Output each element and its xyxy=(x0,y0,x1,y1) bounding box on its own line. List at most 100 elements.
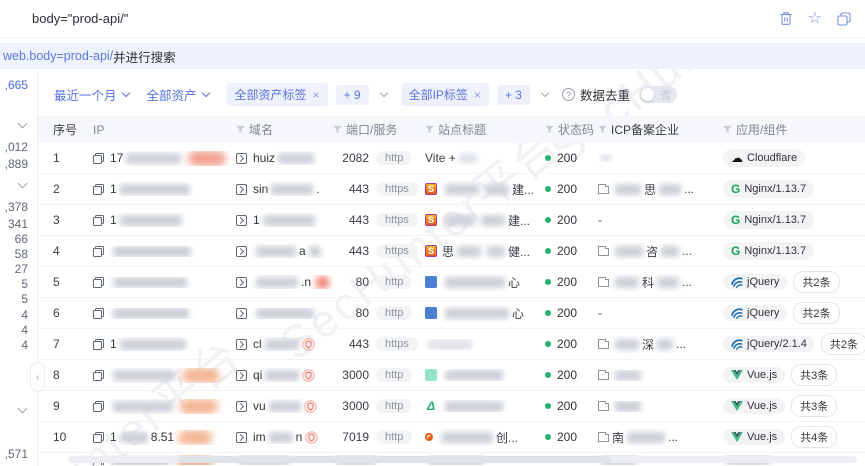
component-count-pill[interactable]: 共2条 xyxy=(793,302,840,324)
header-status[interactable]: 状态码 xyxy=(545,121,598,138)
copy-icon[interactable] xyxy=(93,369,104,381)
component-pill[interactable]: Vue.js xyxy=(723,367,786,383)
time-range-dropdown[interactable]: 最近一个月 xyxy=(54,85,130,104)
table-row[interactable]: 3 1 1 443 https S 建... 200 - G Nginx/1.13.7 xyxy=(38,205,865,236)
open-link-icon[interactable] xyxy=(236,307,247,319)
favorite-star-icon[interactable]: ☆ xyxy=(808,10,822,27)
header-seq[interactable]: 序号 xyxy=(53,121,93,138)
facet-count[interactable]: 341 xyxy=(8,217,28,231)
chevron-down-icon[interactable] xyxy=(17,178,28,189)
component-pill[interactable]: jQuery xyxy=(723,305,788,321)
copy-icon[interactable] xyxy=(93,214,104,226)
component-count-pill[interactable]: 共3条 xyxy=(791,395,838,417)
open-link-icon[interactable] xyxy=(236,214,247,226)
component-pill[interactable]: ☁ Cloudflare xyxy=(723,149,806,167)
protocol-tag[interactable]: https xyxy=(376,337,418,351)
table-row[interactable]: 10 1 8.51 im n 7019 http 创... 200 南... Vue.… xyxy=(38,422,865,453)
component-pill[interactable]: Vue.js xyxy=(723,398,786,414)
facet-count[interactable]: 27 xyxy=(15,262,28,276)
facet-count[interactable]: ,889 xyxy=(5,157,28,171)
copy-icon[interactable] xyxy=(93,152,104,164)
facet-count[interactable]: ,571 xyxy=(5,447,28,461)
header-icp[interactable]: ICP备案企业 xyxy=(598,121,723,138)
delete-icon[interactable] xyxy=(779,11,793,26)
facet-count[interactable]: 4 xyxy=(21,323,28,337)
notice-link[interactable]: web.body=prod-api/ xyxy=(3,49,113,63)
protocol-tag[interactable]: https xyxy=(376,182,418,196)
protocol-tag[interactable]: http xyxy=(376,306,413,320)
chevron-down-icon[interactable] xyxy=(540,88,550,98)
header-components[interactable]: 应用/组件 xyxy=(723,121,865,138)
component-pill[interactable]: G Nginx/1.13.7 xyxy=(723,211,815,229)
open-link-icon[interactable] xyxy=(236,369,247,381)
asset-scope-dropdown[interactable]: 全部资产 xyxy=(147,85,210,104)
open-link-icon[interactable] xyxy=(236,338,247,350)
table-row[interactable]: 4 a 443 https S 思 健... 200 咨... G Nginx/1.13… xyxy=(38,236,865,267)
header-ip[interactable]: IP xyxy=(93,123,236,137)
asset-tag-more-pill[interactable]: + 9 xyxy=(335,84,369,105)
open-link-icon[interactable] xyxy=(236,152,247,164)
facet-count[interactable]: 4 xyxy=(21,308,28,322)
copy-icon[interactable] xyxy=(93,245,104,257)
open-link-icon[interactable] xyxy=(236,276,247,288)
search-query-input[interactable]: body="prod-api/" xyxy=(32,11,779,26)
open-link-icon[interactable] xyxy=(236,431,247,443)
risk-shield-badge[interactable] xyxy=(303,399,317,413)
horizontal-scrollbar[interactable] xyxy=(68,456,857,463)
protocol-tag[interactable]: http xyxy=(376,368,413,382)
dedup-toggle[interactable]: 否 xyxy=(638,86,677,103)
facet-count[interactable]: ,665 xyxy=(5,78,28,92)
protocol-tag[interactable]: https xyxy=(376,244,418,258)
risk-shield-badge[interactable] xyxy=(302,368,316,382)
copy-icon[interactable] xyxy=(93,183,104,195)
copy-layers-icon[interactable] xyxy=(837,11,851,26)
component-count-pill[interactable]: 共2条 xyxy=(793,271,840,293)
header-port[interactable]: 端口/服务 xyxy=(333,121,425,138)
filter-funnel-icon[interactable] xyxy=(425,125,434,134)
component-pill[interactable]: Vue.js xyxy=(723,429,786,445)
component-count-pill[interactable]: 共3条 xyxy=(791,364,838,386)
component-pill[interactable]: jQuery xyxy=(723,274,788,290)
table-row[interactable]: 9 vu 3000 http Δ 200 Vue.js 共3条 xyxy=(38,391,865,422)
copy-icon[interactable] xyxy=(93,338,104,350)
filter-funnel-icon[interactable] xyxy=(545,125,554,134)
ip-tag-more-pill[interactable]: + 3 xyxy=(496,84,530,105)
copy-icon[interactable] xyxy=(93,400,104,412)
copy-icon[interactable] xyxy=(93,307,104,319)
facet-count[interactable]: ,378 xyxy=(5,200,28,214)
component-pill[interactable]: G Nginx/1.13.7 xyxy=(723,242,815,260)
collapse-sidebar-button[interactable]: ‹ xyxy=(30,362,45,392)
risk-shield-badge[interactable] xyxy=(301,337,315,351)
table-row[interactable]: 8 qi 3000 http 200 Vue.js 共3条 xyxy=(38,360,865,391)
protocol-tag[interactable]: https xyxy=(376,213,418,227)
facet-count[interactable]: ,012 xyxy=(5,140,28,154)
table-row[interactable]: 6 80 http 心 200 - jQuery 共2条 xyxy=(38,298,865,329)
component-pill[interactable]: jQuery/2.1.4 xyxy=(723,336,815,352)
filter-funnel-icon[interactable] xyxy=(333,125,342,134)
asset-tag-pill[interactable]: 全部资产标签 × xyxy=(226,83,328,106)
filter-funnel-icon[interactable] xyxy=(236,125,245,134)
protocol-tag[interactable]: http xyxy=(376,151,413,165)
facet-count[interactable]: 66 xyxy=(15,232,28,246)
component-count-pill[interactable]: 共4条 xyxy=(791,426,838,448)
chevron-down-icon[interactable] xyxy=(379,88,388,98)
protocol-tag[interactable]: http xyxy=(376,399,413,413)
facet-count[interactable]: 58 xyxy=(15,247,28,261)
help-icon[interactable]: ? xyxy=(561,88,575,101)
close-icon[interactable]: × xyxy=(474,88,481,102)
chevron-down-icon[interactable] xyxy=(17,403,28,414)
header-title[interactable]: 站点标题 xyxy=(425,121,545,138)
filter-funnel-icon[interactable] xyxy=(723,125,732,134)
ip-tag-pill[interactable]: 全部IP标签 × xyxy=(400,83,489,106)
scrollbar-thumb[interactable] xyxy=(178,456,613,463)
table-row[interactable]: 5 .n 80 http 心 200 科... jQuery 共2条 xyxy=(38,267,865,298)
facet-count[interactable]: 5 xyxy=(21,292,28,306)
copy-icon[interactable] xyxy=(93,431,104,443)
facet-count[interactable]: 5 xyxy=(21,277,28,291)
open-link-icon[interactable] xyxy=(236,400,247,412)
open-link-icon[interactable] xyxy=(236,183,247,195)
table-row[interactable]: 1 17 huiz 2082 http Vite + 200 ☁ Cloudflar… xyxy=(38,143,865,174)
component-count-pill[interactable]: 共2条 xyxy=(820,333,865,355)
facet-count[interactable]: 4 xyxy=(21,338,28,352)
open-link-icon[interactable] xyxy=(236,245,247,257)
